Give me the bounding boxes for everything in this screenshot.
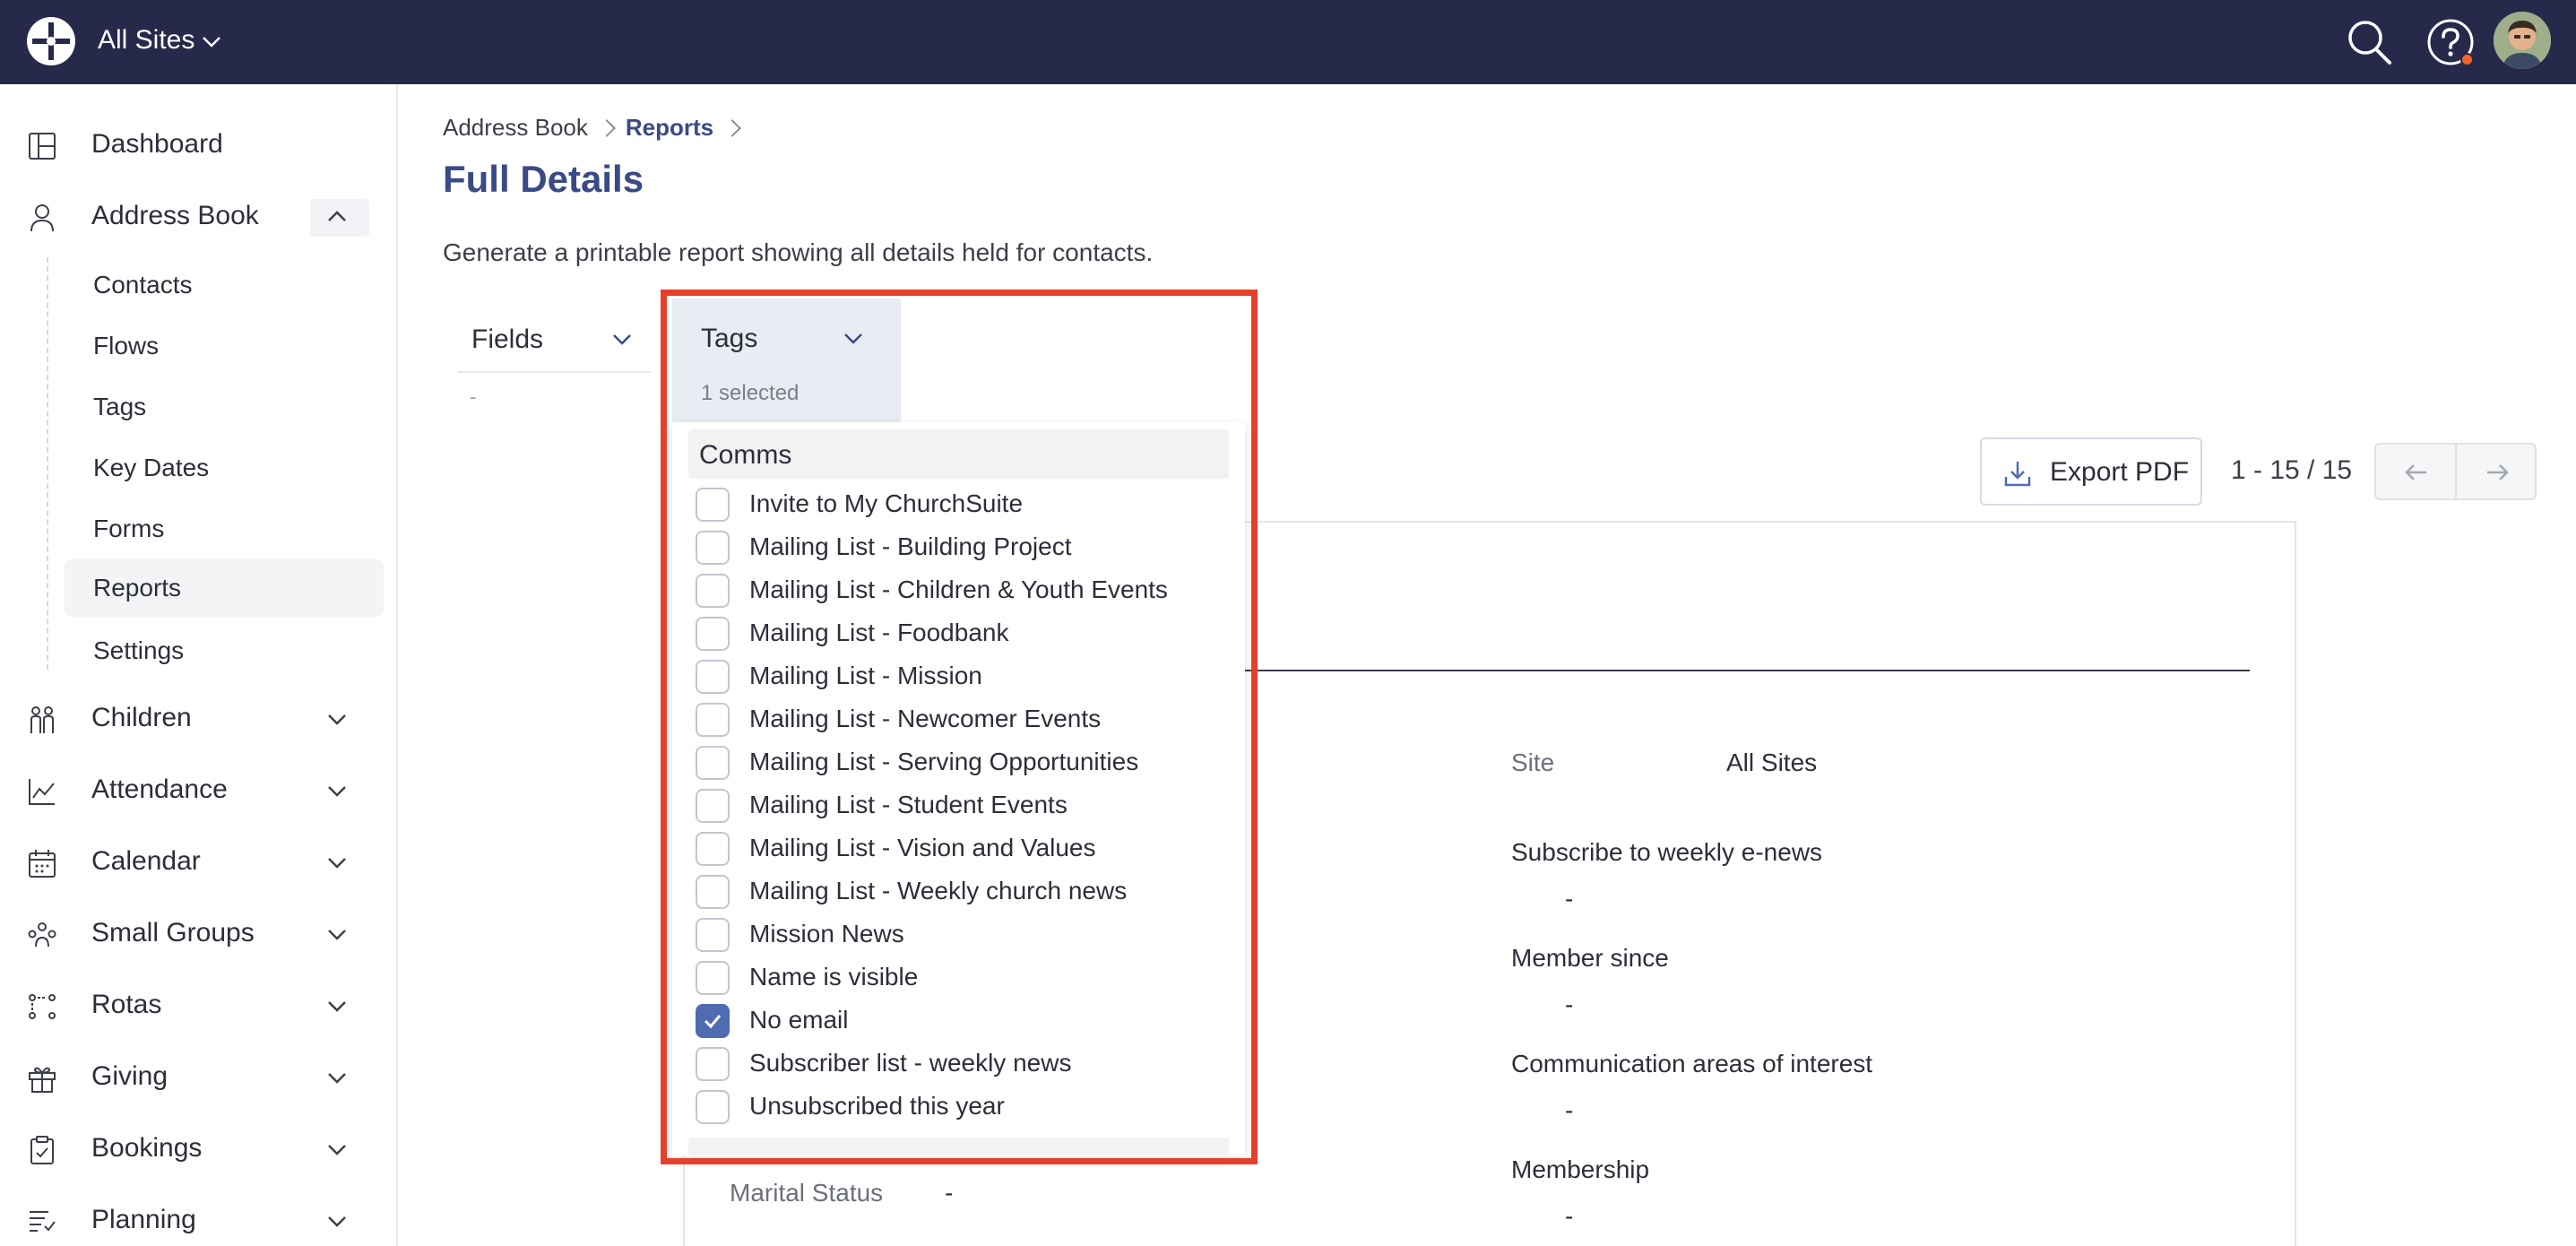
sidebar-subitem-label: Contacts: [93, 271, 193, 299]
comm-areas-label: Communication areas of interest: [1511, 1050, 1873, 1077]
pagination-controls: [2374, 443, 2537, 500]
sidebar-subitem-label: Key Dates: [93, 454, 210, 481]
sidebar-item-label: Calendar: [91, 846, 201, 876]
breadcrumb-link-address-book[interactable]: Address Book: [443, 114, 588, 141]
sidebar-item-label: Attendance: [91, 774, 228, 804]
sidebar-item-attendance[interactable]: Attendance: [0, 764, 398, 818]
fields-filter[interactable]: Fields: [457, 305, 651, 373]
top-bar: All Sites: [0, 0, 2576, 84]
chevron-down-icon: [328, 1073, 346, 1084]
site-label: Site: [1511, 748, 1555, 776]
avatar[interactable]: [2494, 12, 2551, 69]
sidebar-subitem-label: Flows: [93, 332, 160, 359]
chevron-down-icon: [328, 714, 346, 725]
planning-icon: [30, 1211, 56, 1232]
enews-label: Subscribe to weekly e-news: [1511, 838, 1823, 866]
chevron-down-icon: [328, 858, 346, 869]
page-description: Generate a printable report showing all …: [443, 238, 1154, 266]
marital-status-label: Marital Status: [730, 1179, 884, 1207]
membership-label: Membership: [1511, 1155, 1650, 1183]
chevron-right-icon: [723, 119, 742, 137]
sidebar-item-dashboard[interactable]: Dashboard: [0, 118, 398, 172]
sidebar-item-giving[interactable]: Giving: [0, 1051, 398, 1104]
sidebar-item-planning[interactable]: Planning: [0, 1194, 398, 1246]
page-title: Full Details: [443, 158, 644, 200]
chevron-down-icon: [328, 1001, 346, 1012]
sidebar-subitem-label: Forms: [93, 515, 165, 542]
calendar-icon: [29, 850, 56, 878]
sidebar-item-small-groups[interactable]: Small Groups: [0, 907, 398, 961]
marital-status-value: -: [945, 1179, 954, 1207]
sidebar-item-label: Rotas: [91, 990, 162, 1019]
chevron-down-icon: [328, 1145, 346, 1155]
sidebar: Dashboard Address Book Contacts Flows Ta…: [0, 84, 398, 1246]
sidebar-item-label: Planning: [91, 1205, 196, 1234]
download-icon: [2004, 462, 2031, 487]
sidebar-subitem-label: Reports: [93, 574, 182, 601]
group-icon: [28, 922, 56, 947]
search-icon[interactable]: [2343, 16, 2395, 68]
fields-filter-value: -: [470, 385, 477, 408]
comm-areas-value: -: [1565, 1096, 1574, 1124]
sidebar-item-calendar[interactable]: Calendar: [0, 835, 398, 889]
enews-value: -: [1565, 885, 1574, 913]
chevron-down-icon[interactable]: [199, 29, 224, 54]
sidebar-item-address-book[interactable]: Address Book: [0, 190, 398, 244]
sidebar-item-children[interactable]: Children: [0, 692, 398, 746]
sidebar-subitem-settings[interactable]: Settings: [65, 622, 384, 679]
submenu-guide-line: [47, 257, 48, 670]
member-since-label: Member since: [1511, 944, 1669, 972]
sidebar-item-label: Bookings: [91, 1133, 203, 1163]
clipboard-icon: [30, 1136, 54, 1164]
children-icon: [30, 706, 54, 733]
chevron-down-icon: [613, 334, 631, 345]
chevron-down-icon: [328, 786, 346, 797]
next-page-arrow-icon[interactable]: [2484, 459, 2511, 486]
sidebar-item-label: Address Book: [91, 201, 259, 230]
sidebar-item-bookings[interactable]: Bookings: [0, 1122, 398, 1176]
person-icon: [30, 204, 54, 232]
sidebar-item-label: Dashboard: [91, 129, 223, 159]
highlight-box: [661, 290, 1258, 1164]
sidebar-subitem-reports[interactable]: Reports: [65, 559, 384, 617]
membership-value: -: [1565, 1202, 1574, 1230]
sidebar-subitem-label: Tags: [93, 393, 147, 420]
export-pdf-button[interactable]: Export PDF: [1980, 437, 2202, 506]
report-divider: [1242, 670, 2250, 671]
sidebar-item-rotas[interactable]: Rotas: [0, 979, 398, 1033]
sidebar-subitem-contacts[interactable]: Contacts: [65, 256, 384, 314]
member-since-value: -: [1565, 991, 1574, 1018]
site-value: All Sites: [1726, 748, 1818, 776]
sidebar-subitem-flows[interactable]: Flows: [65, 317, 384, 375]
chart-icon: [29, 779, 55, 805]
breadcrumb-current[interactable]: Reports: [626, 114, 713, 141]
pagination-count: 1 - 15 / 15: [2231, 455, 2353, 485]
chevron-down-icon: [328, 1216, 346, 1227]
sidebar-subitem-tags[interactable]: Tags: [65, 378, 384, 436]
rotas-icon: [29, 994, 56, 1019]
site-selector-label[interactable]: All Sites: [98, 25, 194, 56]
dashboard-icon: [29, 133, 56, 160]
sidebar-subitem-key-dates[interactable]: Key Dates: [65, 439, 384, 497]
logo-icon[interactable]: [25, 15, 77, 67]
notification-dot: [2460, 53, 2474, 66]
sidebar-subitem-forms[interactable]: Forms: [65, 500, 384, 558]
sidebar-item-label: Children: [91, 703, 192, 732]
fields-filter-label: Fields: [471, 324, 544, 354]
chevron-up-icon: [328, 211, 346, 221]
pager-divider: [2455, 445, 2457, 498]
breadcrumb: Address Book Reports: [443, 114, 751, 142]
sidebar-item-label: Small Groups: [91, 918, 255, 947]
sidebar-item-label: Giving: [91, 1061, 169, 1091]
previous-page-arrow-icon[interactable]: [2403, 459, 2430, 486]
chevron-right-icon: [597, 119, 616, 137]
sidebar-subitem-label: Settings: [93, 636, 185, 664]
export-pdf-label: Export PDF: [2050, 457, 2190, 487]
gift-icon: [29, 1067, 56, 1093]
chevron-down-icon: [328, 930, 346, 940]
